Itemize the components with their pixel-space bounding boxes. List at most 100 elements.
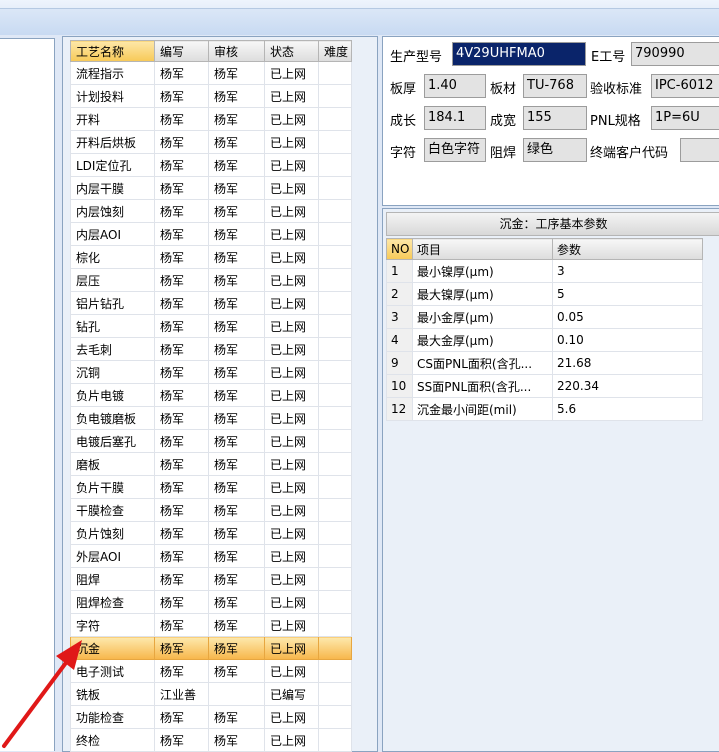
reviewer-cell: 杨军 xyxy=(208,268,265,292)
reviewer-cell: 杨军 xyxy=(208,475,265,499)
material-field[interactable]: TU-768 xyxy=(523,74,587,98)
param-row[interactable]: 4 最大金厚(μm) 0.10 xyxy=(386,328,703,352)
process-row[interactable]: 开料 杨军 杨军 已上网 xyxy=(70,107,352,131)
customer-field[interactable] xyxy=(680,138,719,162)
eno-field[interactable]: 790990 xyxy=(631,42,719,66)
process-row[interactable]: 内层AOI 杨军 杨军 已上网 xyxy=(70,222,352,246)
col-header-reviewer[interactable]: 审核 xyxy=(208,40,265,62)
params-table-header: NO 项目 参数 xyxy=(386,238,703,260)
process-row[interactable]: 电镀后塞孔 杨军 杨军 已上网 xyxy=(70,429,352,453)
process-name-cell: 铝片钻孔 xyxy=(70,291,155,315)
pnl-field[interactable]: 1P=6U xyxy=(651,106,719,130)
process-row[interactable]: 棕化 杨军 杨军 已上网 xyxy=(70,245,352,269)
process-row[interactable]: 钻孔 杨军 杨军 已上网 xyxy=(70,314,352,338)
param-row[interactable]: 9 CS面PNL面积(含孔... 21.68 xyxy=(386,351,703,375)
col-header-status[interactable]: 状态 xyxy=(264,40,319,62)
param-no-cell: 3 xyxy=(386,305,413,329)
reviewer-cell: 杨军 xyxy=(208,222,265,246)
col-header-process-name[interactable]: 工艺名称 xyxy=(70,40,155,62)
param-item-cell: 最大金厚(μm) xyxy=(412,328,553,352)
process-row[interactable]: 去毛刺 杨军 杨军 已上网 xyxy=(70,337,352,361)
col-header-author[interactable]: 编写 xyxy=(154,40,209,62)
status-cell: 已上网 xyxy=(264,452,319,476)
param-row[interactable]: 10 SS面PNL面积(含孔... 220.34 xyxy=(386,374,703,398)
param-value-cell: 5 xyxy=(552,282,703,306)
col-header-no[interactable]: NO xyxy=(386,238,413,260)
process-row[interactable]: 负电镀磨板 杨军 杨军 已上网 xyxy=(70,406,352,430)
param-row[interactable]: 1 最小镍厚(μm) 3 xyxy=(386,259,703,283)
process-row[interactable]: 开料后烘板 杨军 杨军 已上网 xyxy=(70,130,352,154)
difficulty-cell xyxy=(318,107,352,131)
status-cell: 已上网 xyxy=(264,107,319,131)
status-cell: 已上网 xyxy=(264,705,319,729)
char-field[interactable]: 白色字符 xyxy=(424,138,486,162)
process-row[interactable]: 终检 杨军 杨军 已上网 xyxy=(70,728,352,752)
process-name-cell: 内层干膜 xyxy=(70,176,155,200)
process-row[interactable]: 沉铜 杨军 杨军 已上网 xyxy=(70,360,352,384)
process-row[interactable]: 阻焊 杨军 杨军 已上网 xyxy=(70,567,352,591)
author-cell: 杨军 xyxy=(154,521,209,545)
difficulty-cell xyxy=(318,84,352,108)
process-row[interactable]: 层压 杨军 杨军 已上网 xyxy=(70,268,352,292)
author-cell: 杨军 xyxy=(154,383,209,407)
process-row[interactable]: 阻焊检查 杨军 杨军 已上网 xyxy=(70,590,352,614)
standard-field[interactable]: IPC-6012 xyxy=(651,74,719,98)
difficulty-cell xyxy=(318,728,352,752)
length-field[interactable]: 184.1 xyxy=(424,106,486,130)
reviewer-cell: 杨军 xyxy=(208,705,265,729)
status-cell: 已上网 xyxy=(264,314,319,338)
width-field[interactable]: 155 xyxy=(523,106,587,130)
model-field[interactable]: 4V29UHFMA0 xyxy=(452,42,586,66)
status-cell: 已上网 xyxy=(264,590,319,614)
author-cell: 杨军 xyxy=(154,728,209,752)
reviewer-cell: 杨军 xyxy=(208,245,265,269)
process-row[interactable]: 流程指示 杨军 杨军 已上网 xyxy=(70,61,352,85)
standard-label: 验收标准 xyxy=(590,82,643,97)
process-row[interactable]: 负片电镀 杨军 杨军 已上网 xyxy=(70,383,352,407)
process-row[interactable]: 干膜检查 杨军 杨军 已上网 xyxy=(70,498,352,522)
process-row[interactable]: 磨板 杨军 杨军 已上网 xyxy=(70,452,352,476)
process-row[interactable]: 负片蚀刻 杨军 杨军 已上网 xyxy=(70,521,352,545)
author-cell: 杨军 xyxy=(154,567,209,591)
author-cell: 杨军 xyxy=(154,636,209,660)
author-cell: 杨军 xyxy=(154,314,209,338)
difficulty-cell xyxy=(318,176,352,200)
process-row[interactable]: 功能检查 杨军 杨军 已上网 xyxy=(70,705,352,729)
param-value-cell: 0.05 xyxy=(552,305,703,329)
annotation-arrow-icon xyxy=(2,640,82,748)
process-row[interactable]: 内层蚀刻 杨军 杨军 已上网 xyxy=(70,199,352,223)
process-row[interactable]: 电子测试 杨军 杨军 已上网 xyxy=(70,659,352,683)
reviewer-cell: 杨军 xyxy=(208,337,265,361)
thickness-field[interactable]: 1.40 xyxy=(424,74,486,98)
author-cell: 杨军 xyxy=(154,61,209,85)
col-header-difficulty[interactable]: 难度 xyxy=(318,40,352,62)
param-row[interactable]: 3 最小金厚(μm) 0.05 xyxy=(386,305,703,329)
material-label: 板材 xyxy=(490,82,517,97)
param-no-cell: 10 xyxy=(386,374,413,398)
author-cell: 杨军 xyxy=(154,176,209,200)
status-cell: 已上网 xyxy=(264,337,319,361)
reviewer-cell: 杨军 xyxy=(208,153,265,177)
reviewer-cell: 杨军 xyxy=(208,590,265,614)
author-cell: 杨军 xyxy=(154,153,209,177)
param-row[interactable]: 12 沉金最小间距(mil) 5.6 xyxy=(386,397,703,421)
process-row[interactable]: 外层AOI 杨军 杨军 已上网 xyxy=(70,544,352,568)
mask-field[interactable]: 绿色 xyxy=(523,138,587,162)
process-row[interactable]: 负片干膜 杨军 杨军 已上网 xyxy=(70,475,352,499)
process-row[interactable]: 内层干膜 杨军 杨军 已上网 xyxy=(70,176,352,200)
process-row[interactable]: 铝片钻孔 杨军 杨军 已上网 xyxy=(70,291,352,315)
process-row[interactable]: 铣板 江业善 已编写 xyxy=(70,682,352,706)
col-header-item[interactable]: 项目 xyxy=(412,238,553,260)
col-header-value[interactable]: 参数 xyxy=(552,238,703,260)
process-name-cell: 开料 xyxy=(70,107,155,131)
process-row[interactable]: 字符 杨军 杨军 已上网 xyxy=(70,613,352,637)
author-cell: 杨军 xyxy=(154,659,209,683)
process-row[interactable]: 计划投料 杨军 杨军 已上网 xyxy=(70,84,352,108)
process-row[interactable]: LDI定位孔 杨军 杨军 已上网 xyxy=(70,153,352,177)
status-cell: 已上网 xyxy=(264,429,319,453)
difficulty-cell xyxy=(318,590,352,614)
process-row[interactable]: 沉金 杨军 杨军 已上网 xyxy=(70,636,352,660)
param-row[interactable]: 2 最大镍厚(μm) 5 xyxy=(386,282,703,306)
length-label: 成长 xyxy=(390,114,417,129)
param-no-cell: 9 xyxy=(386,351,413,375)
